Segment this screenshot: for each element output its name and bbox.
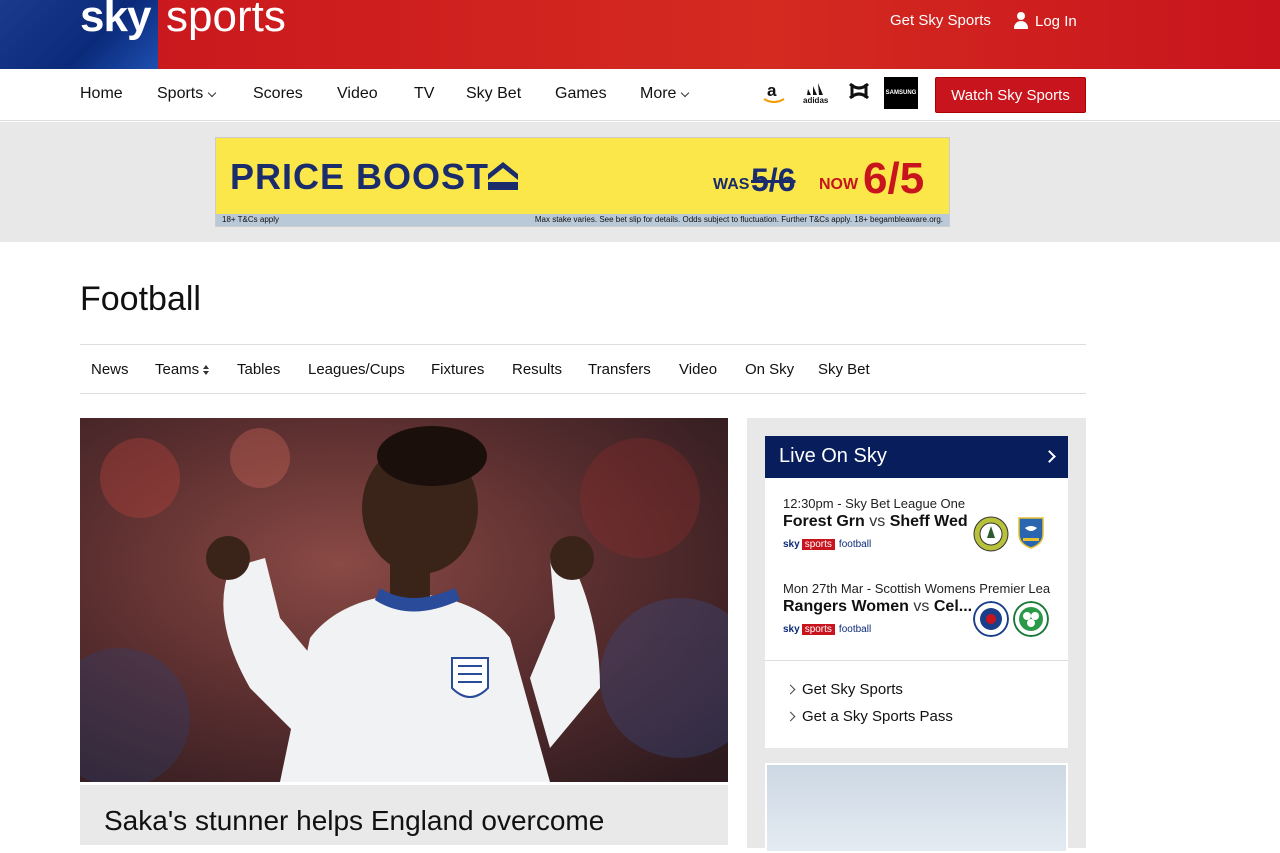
vs-label: vs <box>913 598 930 615</box>
ad-band: PRICE BOOST WAS 5/6 NOW 6/5 18+ T&Cs app… <box>0 122 1280 242</box>
away-team: Cel... <box>933 598 973 615</box>
nav-item-sky-bet[interactable]: Sky Bet <box>466 85 521 103</box>
sports-logo[interactable]: sports <box>166 0 286 42</box>
svg-text:adidas: adidas <box>803 96 829 105</box>
live-on-sky-sidebar: Live On Sky 12:30pm - Sky Bet League One… <box>747 418 1086 853</box>
nav-label: Sky Bet <box>466 85 522 102</box>
subnav-item-video[interactable]: Video <box>679 361 717 378</box>
match-meta: 12:30pm - Sky Bet League One <box>783 496 966 511</box>
nav-label: Home <box>80 85 123 102</box>
chevron-right-icon <box>1043 450 1056 463</box>
nav-item-video[interactable]: Video <box>337 85 378 103</box>
sort-updown-icon <box>203 364 210 375</box>
ad-title: PRICE BOOST <box>230 156 490 197</box>
subnav-item-sky-bet[interactable]: Sky Bet <box>818 361 870 378</box>
ad-now-value: 6/5 <box>863 154 925 203</box>
subnav-item-tables[interactable]: Tables <box>237 361 280 378</box>
subnav-item-news[interactable]: News <box>91 361 129 378</box>
main-nav: Home Sports Scores Video TV Sky Bet Game… <box>0 69 1280 121</box>
channel-sports: sports <box>801 624 835 635</box>
subnav-item-on-sky[interactable]: On Sky <box>745 361 794 378</box>
get-sky-sports-sidebar-link[interactable]: Get Sky Sports <box>785 681 903 698</box>
nav-item-home[interactable]: Home <box>80 85 123 103</box>
login-link[interactable]: Log In <box>1013 12 1077 30</box>
subnav-label: Teams <box>155 361 200 378</box>
hero-headline[interactable]: Saka's stunner helps England overcome <box>104 805 604 837</box>
amazon-logo-icon[interactable]: a <box>760 77 788 109</box>
page-title: Football <box>80 280 201 318</box>
link-label: Get a Sky Sports Pass <box>802 708 953 725</box>
get-sky-sports-link[interactable]: Get Sky Sports <box>890 12 991 29</box>
nav-item-tv[interactable]: TV <box>414 85 434 103</box>
chevron-down-icon <box>208 88 217 97</box>
nav-item-scores[interactable]: Scores <box>253 85 303 103</box>
subnav-item-results[interactable]: Results <box>512 361 562 378</box>
football-subnav: News Teams Tables Leagues/Cups Fixtures … <box>80 344 1086 394</box>
hero-photo <box>80 418 728 782</box>
price-boost-ad[interactable]: PRICE BOOST WAS 5/6 NOW 6/5 18+ T&Cs app… <box>215 137 950 227</box>
away-team: Sheff Wed <box>889 513 968 530</box>
sidebar-promo-card[interactable] <box>765 763 1068 853</box>
nav-label: Games <box>555 85 607 102</box>
rangers-badge-icon <box>973 601 1009 637</box>
channel-name: football <box>838 624 872 635</box>
chevron-right-icon <box>785 711 796 722</box>
nav-label: Scores <box>253 85 303 102</box>
live-matches-list: 12:30pm - Sky Bet League One Forest Grn … <box>765 478 1068 660</box>
chevron-right-icon <box>785 684 796 695</box>
hero-caption: Saka's stunner helps England overcome <box>80 785 728 845</box>
chevron-down-icon <box>681 88 690 97</box>
nav-item-more[interactable]: More <box>640 85 690 103</box>
watch-sky-sports-button[interactable]: Watch Sky Sports <box>935 77 1086 113</box>
nav-label: TV <box>414 85 435 102</box>
live-on-sky-header[interactable]: Live On Sky <box>765 436 1068 478</box>
home-team: Rangers Women <box>783 598 909 615</box>
under-armour-logo-icon[interactable] <box>842 77 876 109</box>
samsung-logo-icon[interactable]: SAMSUNG <box>884 77 918 109</box>
nav-item-games[interactable]: Games <box>555 85 607 103</box>
vs-label: vs <box>869 513 886 530</box>
channel-name: football <box>838 539 872 550</box>
live-on-sky-title: Live On Sky <box>779 445 887 467</box>
link-label: Get Sky Sports <box>802 681 903 698</box>
svg-text:a: a <box>767 81 777 100</box>
top-header: sky sports Get Sky Sports Log In <box>0 0 1280 69</box>
ad-was-label: WAS <box>713 176 750 193</box>
sky-logo[interactable]: sky <box>80 0 151 42</box>
get-sky-sports-pass-link[interactable]: Get a Sky Sports Pass <box>785 708 953 725</box>
user-icon <box>1013 12 1029 30</box>
forest-green-badge-icon <box>973 516 1009 552</box>
ad-was-value: 5/6 <box>751 162 796 198</box>
ad-footer: 18+ T&Cs apply Max stake varies. See bet… <box>216 214 949 226</box>
login-label: Log In <box>1035 12 1077 30</box>
subnav-item-teams[interactable]: Teams <box>155 361 210 378</box>
nav-label: Video <box>337 85 378 102</box>
nav-item-sports[interactable]: Sports <box>157 85 217 103</box>
boost-arrow-icon <box>488 162 518 190</box>
subnav-item-fixtures[interactable]: Fixtures <box>431 361 484 378</box>
channel-sky: sky <box>783 539 800 550</box>
nav-label: Sports <box>157 85 204 102</box>
channel-sports: sports <box>801 539 835 550</box>
ad-now-label: NOW <box>819 176 859 193</box>
nav-label: More <box>640 85 677 102</box>
sidebar-links: Get Sky Sports Get a Sky Sports Pass <box>765 660 1068 748</box>
ad-footer-left: 18+ T&Cs apply <box>222 215 279 224</box>
subnav-item-transfers[interactable]: Transfers <box>588 361 651 378</box>
sheffield-wednesday-badge-icon <box>1018 517 1044 549</box>
match-meta: Mon 27th Mar - Scottish Womens Premier L… <box>783 581 1051 596</box>
home-team: Forest Grn <box>783 513 865 530</box>
hero-image[interactable] <box>80 418 728 782</box>
celtic-badge-icon <box>1013 601 1049 637</box>
channel-sky: sky <box>783 624 800 635</box>
ad-footer-right: Max stake varies. See bet slip for detai… <box>534 215 943 224</box>
adidas-logo-icon[interactable]: adidas <box>800 77 832 109</box>
subnav-item-leagues-cups[interactable]: Leagues/Cups <box>308 361 405 378</box>
